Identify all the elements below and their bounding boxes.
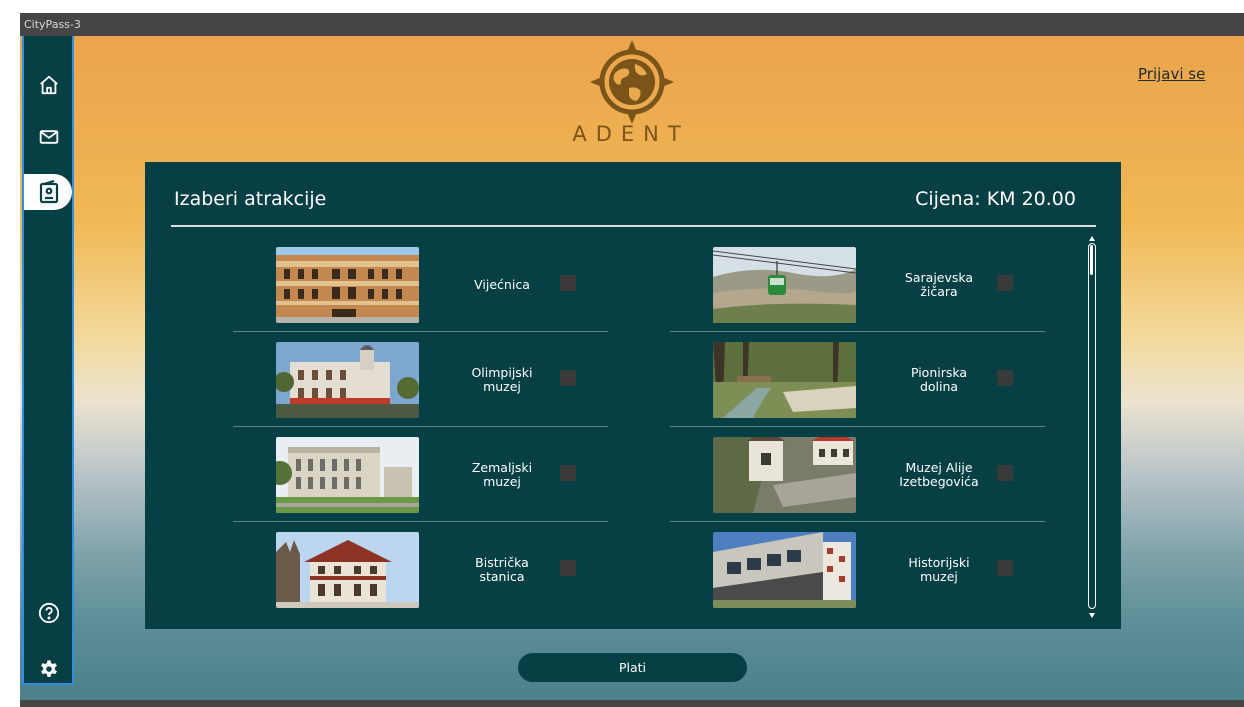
attraction-item-zemaljski-muzej: Zemaljski muzej <box>233 427 608 522</box>
attraction-image-olimpijski-muzej <box>276 342 419 418</box>
attraction-label: Historijski muzej <box>908 554 970 584</box>
price-label: Cijena: KM 20.00 <box>915 188 1076 210</box>
attraction-label: Sarajevska žičara <box>904 269 974 299</box>
attraction-checkbox-historijski-muzej[interactable] <box>997 560 1013 576</box>
attraction-image-pionirska-dolina <box>713 342 856 418</box>
attraction-label: Zemaljski muzej <box>471 459 533 489</box>
attraction-item-pionirska-dolina: Pionirska dolina <box>670 332 1045 427</box>
attraction-checkbox-olimpijski-muzej[interactable] <box>560 370 576 386</box>
attraction-checkbox-pionirska-dolina[interactable] <box>997 370 1013 386</box>
attraction-image-historijski-muzej <box>713 532 856 608</box>
settings-icon <box>41 660 57 677</box>
attraction-checkbox-muzej-alije-izetbegovica[interactable] <box>997 465 1013 481</box>
sidebar-item-citypass[interactable] <box>34 177 64 207</box>
mail-icon <box>39 130 59 144</box>
attractions-panel: Izaberi atrakcije Cijena: KM 20.00 Vijeć… <box>145 162 1121 629</box>
pay-button[interactable]: Plati <box>518 653 747 682</box>
window-bottom-border <box>20 700 1244 707</box>
attraction-label: Muzej Alije Izetbegovića <box>899 459 979 489</box>
attraction-item-bistricka-stanica: Bistrička stanica <box>233 522 608 617</box>
attraction-label: Vijećnica <box>474 276 530 292</box>
sidebar-item-help[interactable] <box>34 598 64 628</box>
attraction-checkbox-sarajevska-zicara[interactable] <box>997 275 1013 291</box>
scroll-down-arrow-icon[interactable] <box>1089 613 1095 618</box>
window-titlebar: CityPass-3 <box>20 13 1244 36</box>
login-link[interactable]: Prijavi se <box>1138 65 1205 83</box>
sidebar <box>22 36 74 685</box>
attraction-checkbox-zemaljski-muzej[interactable] <box>560 465 576 481</box>
logo-text: ADENT <box>572 122 690 146</box>
attraction-item-historijski-muzej: Historijski muzej <box>670 522 1045 617</box>
attraction-image-muzej-alije-izetbegovica <box>713 437 856 513</box>
home-icon <box>40 75 58 95</box>
attractions-scrollbar[interactable] <box>1088 236 1096 618</box>
panel-title: Izaberi atrakcije <box>174 188 327 210</box>
attraction-image-vijecnica <box>276 247 419 323</box>
sidebar-item-messages[interactable] <box>34 122 64 152</box>
attraction-label: Pionirska dolina <box>910 364 968 394</box>
attraction-item-sarajevska-zicara: Sarajevska žičara <box>670 237 1045 332</box>
attraction-label: Olimpijski muzej <box>471 364 533 394</box>
window-title: CityPass-3 <box>24 18 81 31</box>
scroll-track[interactable] <box>1088 243 1096 609</box>
attraction-image-bistricka-stanica <box>276 532 419 608</box>
sidebar-item-settings[interactable] <box>34 655 64 685</box>
app-window: CityPass-3 ADENT Prijavi se Izaberi atra… <box>0 0 1244 707</box>
attraction-item-vijecnica: Vijećnica <box>233 237 608 332</box>
help-icon <box>38 602 60 624</box>
attraction-item-muzej-alije-izetbegovica: Muzej Alije Izetbegovića <box>670 427 1045 522</box>
attraction-label: Bistrička stanica <box>475 554 529 584</box>
attraction-item-olimpijski-muzej: Olimpijski muzej <box>233 332 608 427</box>
pass-icon <box>39 180 59 204</box>
attraction-image-zemaljski-muzej <box>276 437 419 513</box>
scroll-thumb[interactable] <box>1090 245 1093 275</box>
sidebar-item-home[interactable] <box>34 70 64 100</box>
attraction-checkbox-bistricka-stanica[interactable] <box>560 560 576 576</box>
attraction-image-sarajevska-zicara <box>713 247 856 323</box>
scroll-up-arrow-icon[interactable] <box>1089 236 1095 241</box>
window-margin <box>0 13 20 707</box>
attraction-checkbox-vijecnica[interactable] <box>560 275 576 291</box>
panel-divider <box>171 225 1096 227</box>
